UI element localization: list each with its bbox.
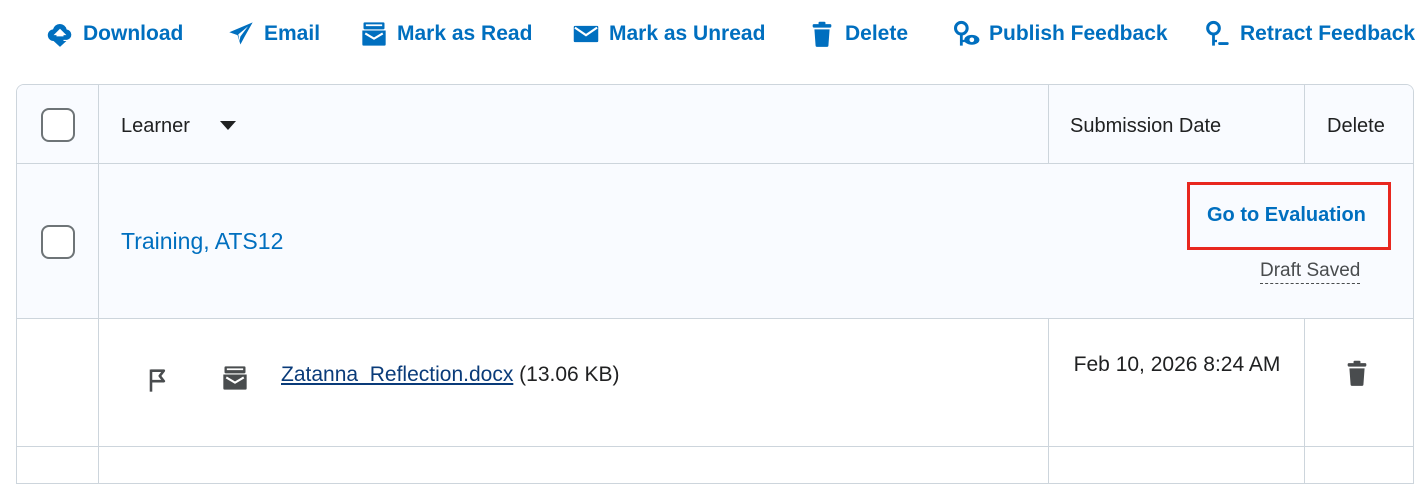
submissions-table: Learner Submission Date Delete Training,… bbox=[16, 84, 1414, 484]
envelope-open-icon[interactable] bbox=[221, 364, 249, 392]
sort-caret-down-icon[interactable] bbox=[220, 121, 236, 130]
file-size: (13.06 KB) bbox=[519, 363, 620, 386]
download-label: Download bbox=[83, 22, 184, 45]
file-download-link[interactable]: Zatanna_Reflection.docx bbox=[281, 363, 513, 386]
delete-label: Delete bbox=[845, 22, 909, 45]
submission-date-value: Feb 10, 2026 8:24 AM bbox=[1073, 353, 1281, 376]
trash-icon[interactable] bbox=[1343, 359, 1371, 387]
learner-name-link[interactable]: Training, ATS12 bbox=[121, 228, 283, 255]
column-divider bbox=[1048, 319, 1049, 483]
file-entry: Zatanna_Reflection.docx (13.06 KB) bbox=[281, 363, 620, 387]
delete-column-header: Delete bbox=[1327, 115, 1385, 137]
envelope-open-icon bbox=[362, 22, 386, 46]
mark-as-unread-button[interactable]: Mark as Unread bbox=[572, 14, 765, 54]
learner-column-header[interactable]: Learner bbox=[121, 115, 190, 138]
learner-row-checkbox[interactable] bbox=[41, 225, 75, 259]
row-divider bbox=[17, 163, 1413, 164]
delete-button[interactable]: Delete bbox=[808, 14, 908, 54]
download-button[interactable]: Download bbox=[46, 14, 183, 54]
publish-feedback-icon bbox=[953, 20, 980, 46]
publish-feedback-label: Publish Feedback bbox=[989, 22, 1168, 45]
paper-plane-icon bbox=[229, 22, 253, 45]
email-label: Email bbox=[264, 22, 321, 45]
flag-icon[interactable] bbox=[144, 366, 172, 394]
row-divider bbox=[17, 318, 1413, 319]
column-divider bbox=[1304, 85, 1305, 163]
mark-as-unread-label: Mark as Unread bbox=[609, 22, 766, 45]
row-divider bbox=[17, 446, 1413, 447]
publish-feedback-button[interactable]: Publish Feedback bbox=[952, 14, 1168, 54]
retract-feedback-icon bbox=[1206, 20, 1229, 46]
evaluation-highlight-box bbox=[1187, 182, 1391, 250]
column-divider bbox=[98, 85, 99, 483]
column-divider bbox=[1304, 319, 1305, 483]
mark-as-read-button[interactable]: Mark as Read bbox=[360, 14, 532, 54]
draft-saved-status: Draft Saved bbox=[1260, 259, 1361, 284]
select-all-checkbox[interactable] bbox=[41, 108, 75, 142]
cloud-download-icon bbox=[47, 23, 72, 47]
retract-feedback-button[interactable]: Retract Feedback bbox=[1203, 14, 1415, 54]
trash-icon bbox=[812, 21, 832, 47]
email-button[interactable]: Email bbox=[227, 14, 320, 54]
mark-as-read-label: Mark as Read bbox=[397, 22, 533, 45]
envelope-icon bbox=[573, 25, 599, 43]
submission-date-column-header: Submission Date bbox=[1070, 115, 1222, 137]
column-divider bbox=[1048, 85, 1049, 163]
toolbar: Download Email Mark as Read Mark as Unre… bbox=[0, 0, 1426, 70]
retract-feedback-label: Retract Feedback bbox=[1240, 22, 1416, 45]
